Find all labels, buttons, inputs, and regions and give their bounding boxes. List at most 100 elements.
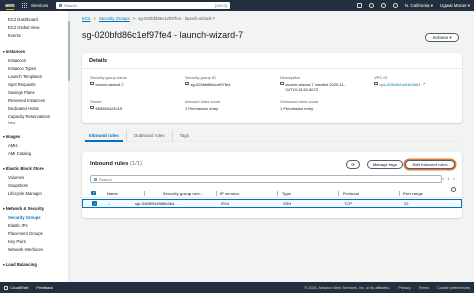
field-label: Security group name bbox=[90, 75, 127, 80]
field-label: Description bbox=[280, 75, 301, 80]
search-shortcut: [Alt+S] bbox=[215, 3, 227, 8]
terms-link[interactable]: Terms bbox=[419, 286, 429, 290]
inbound-rules-title: Inbound rules bbox=[90, 161, 129, 167]
sidebar-section-elastic-block-store[interactable]: Elastic Block Store bbox=[3, 166, 44, 171]
sidebar-section-network-security[interactable]: Network & Security bbox=[3, 206, 44, 211]
new-badge: New bbox=[8, 121, 16, 125]
vpc-link[interactable]: vpc-02fb3b2d4f1b2661 bbox=[380, 82, 421, 87]
cloudshell-button[interactable]: CloudShell bbox=[4, 285, 29, 290]
sidebar-item-ami-catalog[interactable]: AMI Catalog bbox=[8, 151, 31, 156]
field-label: Security group ID bbox=[185, 75, 216, 80]
breadcrumb-separator: > bbox=[132, 16, 136, 21]
services-menu-button[interactable]: Services bbox=[31, 3, 48, 8]
breadcrumb: EC2 > Security Groups > sg-020bfd86c1ef9… bbox=[82, 16, 215, 21]
cloudshell-label: CloudShell bbox=[10, 285, 29, 290]
sidebar-item-savings-plans[interactable]: Savings Plans bbox=[8, 90, 35, 95]
sidebar-item-volumes[interactable]: Volumes bbox=[8, 175, 24, 180]
cloudshell-icon[interactable] bbox=[356, 3, 362, 8]
sidebar-item-instances[interactable]: Instances bbox=[8, 58, 26, 63]
refresh-button[interactable]: ⟳ bbox=[346, 160, 360, 169]
scrollbar-thumb[interactable] bbox=[68, 21, 70, 81]
sidebar-item-network-interfaces[interactable]: Network Interfaces bbox=[8, 247, 43, 252]
divider bbox=[82, 68, 462, 69]
privacy-link[interactable]: Privacy bbox=[398, 286, 410, 290]
help-icon[interactable] bbox=[380, 3, 386, 8]
footer-links: Privacy Terms Cookie preferences bbox=[398, 286, 470, 290]
details-panel: Details Security group name launch-wizar… bbox=[82, 53, 462, 123]
manage-tags-button[interactable]: Manage tags bbox=[367, 160, 403, 169]
tab-outbound-rules[interactable]: Outbound rules bbox=[125, 130, 172, 141]
column-divider bbox=[399, 191, 400, 196]
select-all-checkbox[interactable] bbox=[91, 190, 96, 196]
sidebar-item-key-pairs[interactable]: Key Pairs bbox=[8, 239, 26, 244]
prev-page-button[interactable]: < bbox=[442, 176, 444, 181]
sidebar-section-load-balancing[interactable]: Load Balancing bbox=[3, 262, 37, 267]
actions-button[interactable]: Actions ▾ bbox=[425, 33, 459, 42]
footer-bar: CloudShell Feedback © 2025, Amazon Web S… bbox=[0, 282, 474, 293]
global-search-input[interactable]: Search [Alt+S] bbox=[56, 2, 230, 9]
tab-inbound-rules[interactable]: Inbound rules bbox=[82, 130, 126, 142]
row-checkbox[interactable] bbox=[92, 201, 97, 206]
cloudshell-icon bbox=[4, 285, 8, 290]
sidebar-item-ec2-global-view[interactable]: EC2 Global View bbox=[8, 25, 40, 30]
filter-placeholder: Search bbox=[99, 176, 112, 182]
cookie-preferences-link[interactable]: Cookie preferences bbox=[437, 286, 470, 290]
field-value: sg-020bfd86c1ef97fe4 bbox=[190, 81, 231, 87]
external-link-icon: ↗ bbox=[422, 81, 426, 86]
sidebar-item-launch-templates[interactable]: Launch Templates bbox=[8, 74, 42, 79]
sidebar-item-placement-groups[interactable]: Placement Groups bbox=[8, 231, 43, 236]
sidebar-item-amis[interactable]: AMIs bbox=[8, 143, 18, 148]
copy-icon[interactable] bbox=[280, 81, 284, 86]
sidebar-item-instance-types[interactable]: Instance Types bbox=[8, 66, 36, 71]
copy-icon[interactable] bbox=[185, 81, 189, 86]
next-page-button[interactable]: > bbox=[453, 176, 455, 181]
account-menu[interactable]: Ugwai Moran ▾ bbox=[440, 3, 470, 9]
table-row[interactable]: – sgr-048f5944586b3b4... IPv4 SSH TCP 22 bbox=[82, 199, 462, 208]
inbound-rules-header: Inbound rules (1/1) bbox=[90, 161, 142, 167]
services-grid-icon[interactable] bbox=[22, 2, 28, 9]
field-description: Description launch-wizard-7 created 2025… bbox=[280, 75, 348, 92]
aws-logo[interactable]: aws bbox=[3, 1, 17, 10]
sidebar-item-security-groups[interactable]: Security Groups bbox=[8, 215, 41, 220]
sidebar-scrollbar[interactable] bbox=[68, 11, 70, 282]
field-security-group-name: Security group name launch-wizard-7 bbox=[90, 75, 127, 87]
sidebar-item-ec2-dashboard[interactable]: EC2 Dashboard bbox=[8, 17, 38, 22]
breadcrumb-security-groups[interactable]: Security Groups bbox=[99, 16, 130, 21]
sidebar-item-elastic-ips[interactable]: Elastic IPs bbox=[8, 223, 28, 228]
column-divider bbox=[216, 191, 217, 196]
sidebar-section-images[interactable]: Images bbox=[3, 134, 20, 139]
copy-icon[interactable] bbox=[374, 81, 378, 86]
sidebar-item-snapshots[interactable]: Snapshots bbox=[8, 183, 28, 188]
nav-right-group: N. California ▾ Ugwai Moran ▾ bbox=[356, 0, 470, 11]
page-number[interactable]: 1 bbox=[447, 176, 449, 181]
column-header-protocol[interactable]: Protocol bbox=[343, 191, 359, 196]
column-header-port-range[interactable]: Port range bbox=[403, 191, 423, 196]
column-header-name[interactable]: Name bbox=[107, 191, 118, 196]
settings-icon[interactable] bbox=[392, 3, 398, 8]
sidebar-item-lifecycle-manager[interactable]: Lifecycle Manager bbox=[8, 191, 42, 196]
copy-icon[interactable] bbox=[90, 105, 94, 110]
notifications-icon[interactable] bbox=[368, 3, 374, 8]
column-header-rule-id[interactable]: Security group rule... bbox=[163, 191, 203, 196]
field-value: 665389424015 bbox=[95, 105, 123, 111]
region-selector[interactable]: N. California ▾ bbox=[405, 3, 433, 9]
sidebar-item-reserved-instances[interactable]: Reserved Instances bbox=[8, 98, 45, 103]
column-header-type[interactable]: Type bbox=[282, 191, 291, 196]
sidebar-navigation: EC2 Dashboard EC2 Global View Events Ins… bbox=[0, 11, 70, 282]
sidebar-item-dedicated-hosts[interactable]: Dedicated Hosts bbox=[8, 106, 39, 111]
copy-icon[interactable] bbox=[90, 81, 94, 86]
tab-tags[interactable]: Tags bbox=[171, 130, 197, 141]
breadcrumb-ec2[interactable]: EC2 bbox=[82, 16, 90, 21]
sidebar-item-events[interactable]: Events bbox=[8, 33, 21, 38]
sidebar-section-instances[interactable]: Instances bbox=[3, 49, 25, 54]
edit-inbound-rules-button[interactable]: Edit inbound rules bbox=[405, 160, 455, 169]
inbound-rules-count: (1/1) bbox=[129, 161, 142, 167]
rules-filter-input[interactable]: Search bbox=[90, 175, 442, 183]
column-divider bbox=[144, 191, 145, 196]
breadcrumb-separator: > bbox=[93, 16, 96, 21]
sidebar-item-spot-requests[interactable]: Spot Requests bbox=[8, 82, 35, 87]
cell-ip-version: IPv4 bbox=[221, 201, 230, 206]
sidebar-item-capacity-reservations[interactable]: Capacity Reservations bbox=[8, 114, 50, 119]
feedback-link[interactable]: Feedback bbox=[36, 286, 53, 290]
column-header-ip-version[interactable]: IP version bbox=[220, 191, 239, 196]
